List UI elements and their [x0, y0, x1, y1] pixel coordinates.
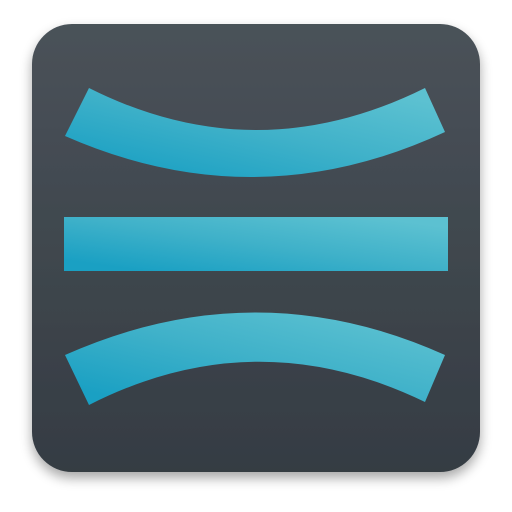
middle-straight-bar: [64, 217, 448, 271]
bars-group: [64, 88, 448, 405]
icon-canvas: [0, 0, 512, 512]
app-icon: [32, 24, 480, 472]
